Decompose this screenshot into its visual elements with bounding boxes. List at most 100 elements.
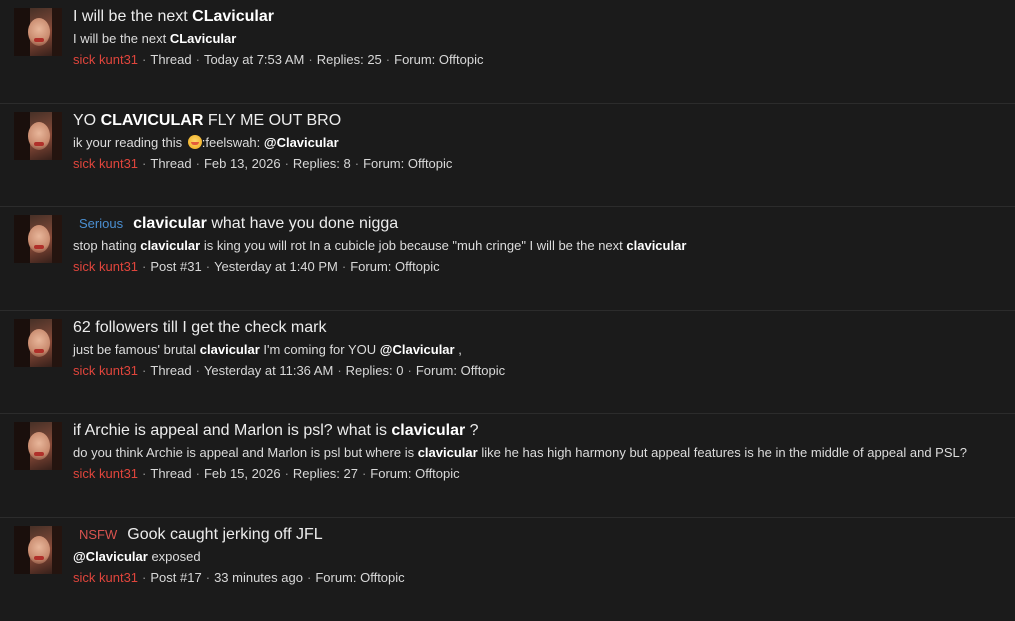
- forum-link[interactable]: Forum: Offtopic: [315, 570, 404, 585]
- result-meta: sick kunt31 · Post #31 · Yesterday at 1:40 P…: [73, 258, 995, 276]
- title-text: YO: [73, 112, 101, 129]
- meta-separator: ·: [342, 259, 346, 274]
- result-title-link[interactable]: YO CLAVICULAR FLY ME OUT BRO: [73, 110, 995, 131]
- title-text: Gook caught jerking off JFL: [127, 526, 322, 543]
- result-date[interactable]: 33 minutes ago: [214, 570, 303, 585]
- result-date[interactable]: Feb 13, 2026: [204, 156, 281, 171]
- result-title-link[interactable]: I will be the next CLavicular: [73, 6, 995, 27]
- title-highlight: CLavicular: [192, 8, 274, 25]
- title-highlight: CLAVICULAR: [101, 112, 204, 129]
- snippet-text: exposed: [148, 549, 201, 564]
- username-link[interactable]: sick kunt31: [73, 363, 138, 378]
- search-result-item: YO CLAVICULAR FLY ME OUT BRO ik your rea…: [0, 104, 1015, 208]
- meta-separator: ·: [142, 570, 146, 585]
- result-title-link[interactable]: Serious clavicular what have you done nig…: [73, 213, 995, 234]
- result-date[interactable]: Yesterday at 1:40 PM: [214, 259, 338, 274]
- search-result-item: I will be the next CLavicular I will be …: [0, 0, 1015, 104]
- meta-separator: ·: [206, 259, 210, 274]
- nsfw-prefix-label[interactable]: NSFW: [79, 527, 117, 542]
- title-text: FLY ME OUT BRO: [203, 112, 341, 129]
- result-snippet: ik your reading this :feelswah: @Clavicu…: [73, 134, 995, 152]
- title-text: what have you done nigga: [207, 215, 398, 232]
- meta-separator: ·: [142, 363, 146, 378]
- snippet-text: ik your reading this: [73, 135, 186, 150]
- forum-link[interactable]: Forum: Offtopic: [370, 466, 459, 481]
- reply-count: Replies: 8: [293, 156, 351, 171]
- forum-link[interactable]: Forum: Offtopic: [394, 52, 483, 67]
- username-link[interactable]: sick kunt31: [73, 259, 138, 274]
- avatar[interactable]: [14, 215, 62, 263]
- result-meta: sick kunt31 · Thread · Feb 13, 2026 · Replies:…: [73, 155, 995, 173]
- avatar[interactable]: [14, 8, 62, 56]
- avatar[interactable]: [14, 319, 62, 367]
- result-title-link[interactable]: NSFW Gook caught jerking off JFL: [73, 524, 995, 545]
- grimace-emoji-icon: [188, 135, 202, 149]
- title-highlight: clavicular: [133, 215, 207, 232]
- meta-separator: ·: [142, 52, 146, 67]
- snippet-highlight: clavicular: [418, 445, 478, 460]
- mention-link[interactable]: @Clavicular: [73, 549, 148, 564]
- meta-separator: ·: [285, 466, 289, 481]
- snippet-text: just be famous' brutal: [73, 342, 200, 357]
- result-snippet: @Clavicular exposed: [73, 548, 995, 566]
- result-date[interactable]: Yesterday at 11:36 AM: [204, 363, 333, 378]
- avatar[interactable]: [14, 112, 62, 160]
- meta-separator: ·: [308, 52, 312, 67]
- username-link[interactable]: sick kunt31: [73, 466, 138, 481]
- meta-separator: ·: [196, 363, 200, 378]
- result-title-link[interactable]: 62 followers till I get the check mark: [73, 317, 995, 338]
- result-date[interactable]: Feb 15, 2026: [204, 466, 281, 481]
- meta-separator: ·: [337, 363, 341, 378]
- snippet-text: is king you will rot In a cubicle job be…: [200, 238, 626, 253]
- result-meta: sick kunt31·Thread·Yesterday at 11:36 AM…: [73, 362, 995, 380]
- snippet-text: do you think Archie is appeal and Marlon…: [73, 445, 418, 460]
- result-type: Thread: [150, 52, 191, 67]
- mention-link[interactable]: @Clavicular: [380, 342, 455, 357]
- snippet-highlight: clavicular: [200, 342, 260, 357]
- mention-link[interactable]: @Clavicular: [264, 135, 339, 150]
- result-title-link[interactable]: if Archie is appeal and Marlon is psl? w…: [73, 420, 995, 441]
- search-result-item: Serious clavicular what have you done nig…: [0, 207, 1015, 311]
- result-type[interactable]: Post #17: [150, 570, 201, 585]
- serious-prefix-label[interactable]: Serious: [79, 216, 123, 231]
- meta-separator: ·: [386, 52, 390, 67]
- avatar[interactable]: [14, 422, 62, 470]
- meta-separator: ·: [206, 570, 210, 585]
- reply-count: Replies: 25: [317, 52, 382, 67]
- meta-separator: ·: [362, 466, 366, 481]
- username-link[interactable]: sick kunt31: [73, 570, 138, 585]
- forum-link[interactable]: Forum: Offtopic: [350, 259, 439, 274]
- title-text: if Archie is appeal and Marlon is psl? w…: [73, 422, 391, 439]
- title-highlight: clavicular: [391, 422, 465, 439]
- reply-count: Replies: 0: [346, 363, 404, 378]
- username-link[interactable]: sick kunt31: [73, 52, 138, 67]
- result-meta: sick kunt31·Thread·Feb 15, 2026·Replies:…: [73, 465, 995, 483]
- result-type: Thread: [150, 156, 191, 171]
- result-type[interactable]: Post #31: [150, 259, 201, 274]
- result-date[interactable]: Today at 7:53 AM: [204, 52, 304, 67]
- result-meta: sick kunt31·Post #17·33 minutes ago·Foru…: [73, 569, 995, 587]
- search-results-list: I will be the next CLavicular I will be …: [0, 0, 1015, 621]
- meta-separator: ·: [196, 466, 200, 481]
- meta-separator: ·: [285, 156, 289, 171]
- result-snippet: just be famous' brutal clavicular I'm co…: [73, 341, 995, 359]
- meta-separator: ·: [142, 259, 146, 274]
- result-type: Thread: [150, 466, 191, 481]
- username-link[interactable]: sick kunt31: [73, 156, 138, 171]
- meta-separator: ·: [407, 363, 411, 378]
- meta-separator: ·: [196, 156, 200, 171]
- result-snippet: stop hating clavicular is king you will …: [73, 237, 995, 255]
- avatar[interactable]: [14, 526, 62, 574]
- search-result-item: if Archie is appeal and Marlon is psl? w…: [0, 414, 1015, 518]
- title-text: ?: [465, 422, 478, 439]
- forum-link[interactable]: Forum: Offtopic: [363, 156, 452, 171]
- result-snippet: do you think Archie is appeal and Marlon…: [73, 444, 995, 462]
- snippet-text: I'm coming for YOU: [260, 342, 380, 357]
- forum-link[interactable]: Forum: Offtopic: [416, 363, 505, 378]
- result-meta: sick kunt31 · Thread · Today at 7:53 AM · Repl…: [73, 51, 995, 69]
- snippet-text: :feelswah:: [202, 135, 264, 150]
- snippet-text: like he has high harmony but appeal feat…: [478, 445, 967, 460]
- search-result-item: 62 followers till I get the check mark j…: [0, 311, 1015, 415]
- title-text: 62 followers till I get the check mark: [73, 319, 326, 336]
- meta-separator: ·: [142, 156, 146, 171]
